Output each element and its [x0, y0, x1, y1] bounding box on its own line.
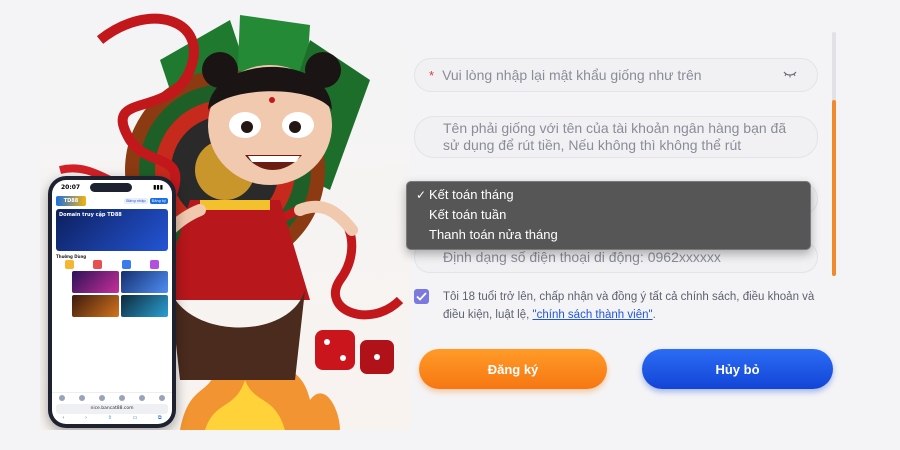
- required-marker: *: [429, 67, 435, 83]
- phone-browser-nav: ‹ › ⇧ ▭ ⧉: [52, 415, 172, 423]
- phone-game-tile: [72, 295, 119, 317]
- bookmarks-icon: ▭: [132, 415, 138, 421]
- phone-side-menu: [56, 271, 70, 293]
- promo-icon: [93, 260, 103, 269]
- dice-decoration: [315, 330, 394, 374]
- fullname-placeholder-line2: sử dụng để rút tiền, Nếu không thì không…: [443, 137, 742, 153]
- phone-game-tile: [72, 271, 119, 293]
- phone-notch: [90, 183, 132, 192]
- checkbox-check-icon: [416, 292, 427, 301]
- phone-number-placeholder: Định dạng số điện thoại di động: 0962xxx…: [443, 249, 721, 265]
- gift-icon: [64, 260, 74, 269]
- terms-text: Tôi 18 tuổi trở lên, chấp nhận và đồng ý…: [443, 288, 824, 324]
- dropdown-option-label: Thanh toán nửa tháng: [429, 227, 558, 242]
- phone-game-grid: [52, 269, 172, 319]
- dropdown-option-half-month[interactable]: Thanh toán nửa tháng: [407, 225, 810, 245]
- tabs-icon: ⧉: [158, 415, 162, 421]
- signal-icon: ▮▮▮: [153, 183, 163, 191]
- phone-time: 20:07: [61, 183, 81, 191]
- dropdown-option-monthly[interactable]: ✓ Kết toán tháng: [407, 185, 810, 205]
- dropdown-option-label: Kết toán tuần: [429, 207, 507, 222]
- promo-illustration: 20:07 ▮▮▮ TD88 Đăng nhập Đăng ký Domain …: [40, 0, 410, 430]
- phone-game-tile: [121, 295, 168, 317]
- phone-tab-bar: [52, 392, 172, 402]
- app-icon: [150, 260, 160, 269]
- eye-closed-icon[interactable]: [783, 69, 797, 79]
- phone-game-tile: [121, 271, 168, 293]
- confirm-password-placeholder: Vui lòng nhập lại mật khẩu giống như trê…: [442, 67, 702, 83]
- confirm-password-field[interactable]: * Vui lòng nhập lại mật khẩu giống như t…: [414, 58, 818, 92]
- phone-banner: Domain truy cập TD88: [56, 209, 168, 251]
- cancel-button[interactable]: Hủy bỏ: [642, 349, 833, 389]
- share-icon: ⇧: [107, 415, 112, 421]
- terms-suffix: .: [652, 309, 656, 321]
- dropdown-option-weekly[interactable]: Kết toán tuần: [407, 205, 810, 225]
- dropdown-option-label: Kết toán tháng: [429, 187, 514, 202]
- check-icon: ✓: [416, 188, 427, 202]
- phone-logo: TD88: [56, 196, 86, 206]
- fullname-field[interactable]: Tên phải giống với tên của tài khoản ngâ…: [414, 116, 818, 158]
- phone-header: TD88 Đăng nhập Đăng ký: [52, 194, 172, 208]
- phone-login-button: Đăng nhập: [124, 198, 148, 204]
- back-icon: ‹: [62, 415, 65, 421]
- terms-checkbox[interactable]: [414, 289, 429, 304]
- vip-icon: [121, 260, 131, 269]
- settlement-cycle-dropdown[interactable]: ✓ Kết toán tháng Kết toán tuần Thanh toá…: [406, 181, 811, 250]
- fullname-placeholder-line1: Tên phải giống với tên của tài khoản ngâ…: [443, 120, 787, 136]
- phone-side-menu: [56, 295, 70, 317]
- phone-shortcut-icons: [52, 260, 172, 269]
- phone-signup-button: Đăng ký: [149, 198, 168, 204]
- phone-screen: 20:07 ▮▮▮ TD88 Đăng nhập Đăng ký Domain …: [52, 180, 172, 424]
- phone-section-title: Thường Dùng: [56, 254, 87, 259]
- phone-url-bar: nice.bancat88.com: [56, 404, 168, 414]
- forward-icon: ›: [85, 415, 88, 421]
- member-policy-link[interactable]: "chính sách thành viên": [533, 309, 653, 321]
- register-button[interactable]: Đăng ký: [419, 349, 607, 389]
- phone-mockup: 20:07 ▮▮▮ TD88 Đăng nhập Đăng ký Domain …: [48, 176, 176, 428]
- scrollbar-thumb[interactable]: [832, 100, 836, 276]
- terms-consent: Tôi 18 tuổi trở lên, chấp nhận và đồng ý…: [414, 288, 824, 324]
